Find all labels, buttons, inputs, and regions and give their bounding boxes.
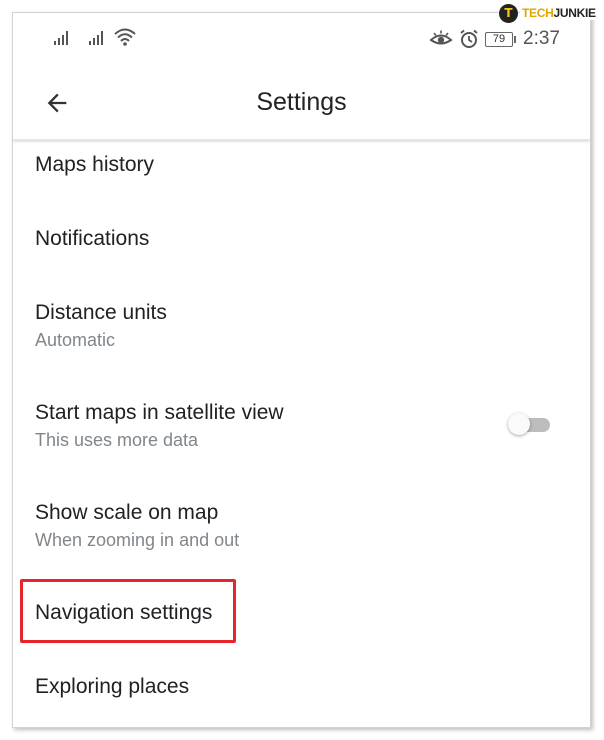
settings-item-distance-units[interactable]: Distance units Automatic [35,300,570,351]
settings-item-subtitle: This uses more data [35,430,199,450]
techjunkie-wordmark: TECHJUNKIE [520,6,598,20]
settings-item-subtitle: Automatic [35,330,116,350]
signal-icon [54,31,68,45]
alarm-icon [460,29,478,48]
techjunkie-logo: T [499,3,518,23]
signal-icon [89,31,103,45]
settings-item-show-scale[interactable]: Show scale on map When zooming in and ou… [35,500,570,551]
techjunkie-watermark: T TECHJUNKIE [499,3,598,23]
settings-item-title: Notifications [35,227,150,250]
settings-item-title: Start maps in satellite view [35,401,284,424]
status-right-group: 79 2:37 [429,27,560,51]
page-title: Settings [256,88,347,116]
clock: 2:37 [523,28,560,49]
wordmark-tech: TECH [522,6,554,20]
settings-item-notifications[interactable]: Notifications [35,226,570,252]
wordmark-junkie: JUNKIE [553,6,596,20]
settings-item-title: Navigation settings [35,601,213,624]
settings-item-subtitle: When zooming in and out [35,530,240,550]
toggle-thumb [508,413,530,435]
battery-indicator: 79 [485,31,517,47]
settings-list: Maps history Notifications Distance unit… [13,140,590,727]
satellite-view-toggle[interactable] [508,413,554,435]
app-bar: Settings [13,65,590,140]
settings-item-title: Show scale on map [35,501,219,524]
settings-item-maps-history[interactable]: Maps history [35,152,570,178]
wifi-icon [114,28,136,46]
settings-item-title: Maps history [35,153,155,176]
settings-item-title: Distance units [35,301,167,324]
settings-item-navigation-settings[interactable]: Navigation settings [35,600,570,626]
phone-screen: 79 2:37 Settings Maps history Notificati… [12,12,591,728]
settings-item-title: Exploring places [35,675,190,698]
eye-icon [429,30,453,45]
settings-item-exploring-places[interactable]: Exploring places [35,674,570,700]
settings-item-satellite-view[interactable]: Start maps in satellite view This uses m… [35,400,480,451]
